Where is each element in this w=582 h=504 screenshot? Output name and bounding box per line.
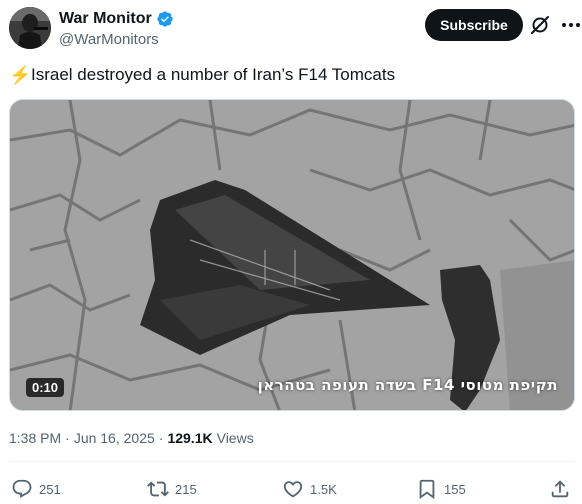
bookmark-icon bbox=[419, 479, 435, 500]
meta-separator-2: · bbox=[158, 430, 164, 446]
grok-icon[interactable] bbox=[528, 13, 552, 37]
like-button[interactable]: 1.5K bbox=[282, 478, 337, 500]
soldier-avatar-icon bbox=[9, 7, 51, 49]
avatar[interactable] bbox=[9, 7, 51, 49]
reply-icon bbox=[12, 479, 32, 498]
repost-count: 215 bbox=[175, 481, 197, 497]
like-count: 1.5K bbox=[310, 481, 337, 497]
repost-icon bbox=[147, 481, 169, 497]
bookmark-button[interactable]: 155 bbox=[416, 478, 466, 500]
share-button[interactable] bbox=[549, 478, 571, 500]
video-overlay-caption: תקיפת מטוסי F14 בשדה תעופה בטהראן bbox=[257, 376, 558, 394]
action-bar: 251 215 1.5K 155 bbox=[9, 478, 575, 502]
tweet-time[interactable]: 1:38 PM bbox=[9, 430, 61, 446]
video-frame-image bbox=[10, 100, 574, 410]
author-handle[interactable]: @WarMonitors bbox=[59, 31, 159, 48]
verified-badge-icon bbox=[157, 11, 173, 27]
subscribe-button[interactable]: Subscribe bbox=[425, 9, 523, 41]
repost-button[interactable]: 215 bbox=[147, 478, 197, 500]
more-options-icon[interactable] bbox=[559, 13, 582, 37]
author-name-row: War Monitor bbox=[59, 10, 174, 28]
tweet-text: ⚡ Israel destroyed a number of Iran’s F1… bbox=[9, 64, 395, 86]
divider bbox=[9, 461, 575, 462]
meta-separator: · bbox=[65, 430, 70, 446]
lightning-emoji-icon: ⚡ bbox=[9, 65, 32, 85]
share-icon bbox=[551, 480, 569, 498]
author-name[interactable]: War Monitor bbox=[59, 10, 152, 28]
views-label: Views bbox=[216, 430, 254, 446]
video-duration: 0:10 bbox=[26, 378, 65, 397]
reply-count: 251 bbox=[39, 481, 61, 497]
tweet-header: War Monitor @WarMonitors Subscribe bbox=[9, 7, 580, 51]
bookmark-count: 155 bbox=[444, 481, 466, 497]
heart-icon bbox=[283, 481, 303, 498]
video-player[interactable]: 0:10 תקיפת מטוסי F14 בשדה תעופה בטהראן bbox=[9, 99, 575, 411]
tweet-date[interactable]: Jun 16, 2025 bbox=[74, 430, 155, 446]
tweet-meta: 1:38 PM · Jun 16, 2025 · 129.1K Views bbox=[9, 430, 254, 446]
views-count: 129.1K bbox=[167, 430, 213, 446]
tweet-body: Israel destroyed a number of Iran’s F14 … bbox=[31, 65, 396, 84]
reply-button[interactable]: 251 bbox=[11, 478, 61, 500]
